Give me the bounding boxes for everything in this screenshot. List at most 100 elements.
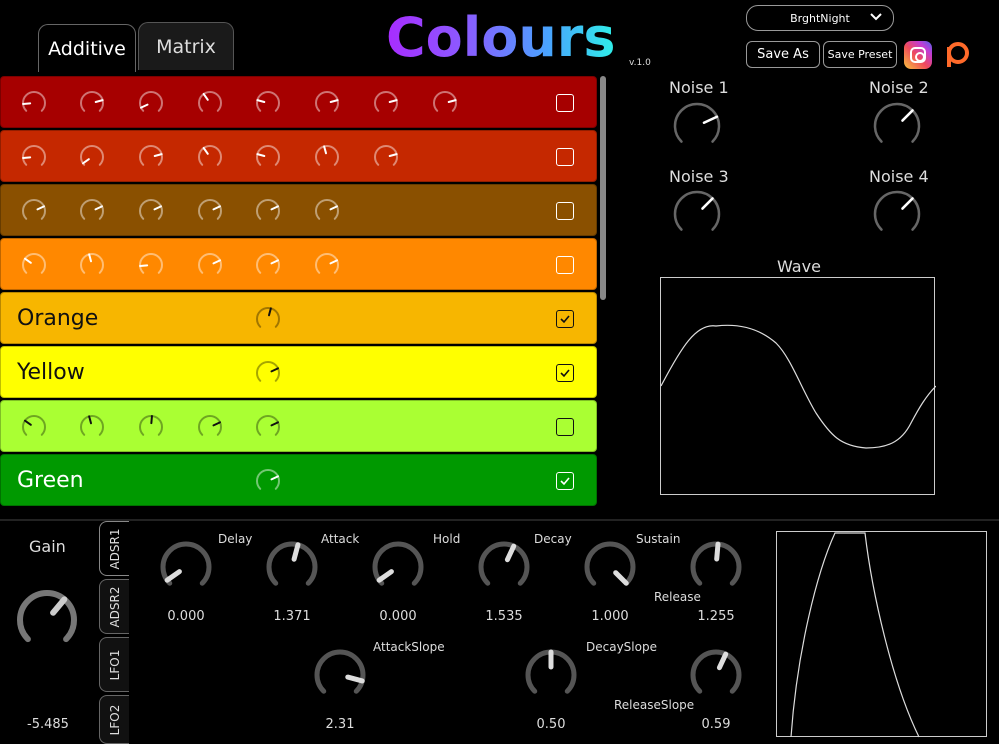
row-knob[interactable] [19,88,49,122]
row-enable-checkbox[interactable] [556,148,574,166]
row-knob[interactable] [312,250,342,284]
row-knob[interactable] [77,412,107,446]
oscillator-row[interactable]: Green [0,454,597,506]
save-preset-button[interactable]: Save Preset [823,41,897,68]
row-knob[interactable] [195,142,225,176]
preset-dropdown[interactable]: BrghtNight [746,5,894,31]
noise-1-knob[interactable] [671,100,723,156]
row-enable-checkbox[interactable] [556,364,574,382]
sustain-value: 1.000 [591,609,629,624]
preset-selected: BrghtNight [790,11,850,25]
envelope-display [776,531,987,738]
hold-knob[interactable] [371,540,425,598]
row-knob[interactable] [371,88,401,122]
row-knob[interactable] [195,250,225,284]
row-knob[interactable] [195,88,225,122]
tab-additive[interactable]: Additive [38,24,136,72]
row-knob[interactable] [19,250,49,284]
delay-label: Delay [218,532,253,546]
noise-4-label: Noise 4 [869,167,929,186]
row-knob[interactable] [136,196,166,230]
release-knob[interactable] [689,540,743,598]
oscillator-row[interactable] [0,184,597,236]
tab-adsr2[interactable]: ADSR2 [99,579,129,634]
tab-matrix[interactable]: Matrix [138,22,234,70]
oscillator-row[interactable]: Orange [0,292,597,344]
decay-slope-knob[interactable] [524,648,578,706]
attack-slope-value: 2.31 [325,717,355,732]
row-knob[interactable] [312,142,342,176]
oscillator-rows[interactable]: Orange Yellow Green [0,76,597,516]
row-knob[interactable] [253,412,283,446]
noise-2-label: Noise 2 [869,78,929,97]
row-knob[interactable] [136,88,166,122]
row-enable-checkbox[interactable] [556,418,574,436]
delay-knob[interactable] [159,540,213,598]
row-enable-checkbox[interactable] [556,472,574,490]
row-knob[interactable] [19,412,49,446]
row-knob[interactable] [253,88,283,122]
noise-4-knob[interactable] [871,188,923,244]
patreon-icon[interactable] [943,41,971,69]
oscillator-row[interactable] [0,238,597,290]
gain-knob[interactable] [16,589,78,655]
release-value: 1.255 [697,609,735,624]
oscillator-row[interactable] [0,400,597,452]
row-knob[interactable] [253,358,283,392]
decay-knob[interactable] [477,540,531,598]
row-knob[interactable] [19,196,49,230]
chevron-down-icon [869,10,883,27]
instagram-icon[interactable] [904,41,932,69]
noise-2-knob[interactable] [871,100,923,156]
oscillator-row[interactable] [0,130,597,182]
row-knob[interactable] [195,196,225,230]
noise-3-knob[interactable] [671,188,723,244]
row-knob[interactable] [19,142,49,176]
row-knob[interactable] [312,88,342,122]
row-enable-checkbox[interactable] [556,202,574,220]
row-knob[interactable] [253,304,283,338]
tab-lfo2[interactable]: LFO2 [99,695,129,744]
row-enable-checkbox[interactable] [556,256,574,274]
row-knob[interactable] [77,88,107,122]
gain-label: Gain [29,537,66,556]
noise-3-label: Noise 3 [669,167,729,186]
row-knob[interactable] [253,196,283,230]
hold-label: Hold [433,532,461,546]
release-slope-knob[interactable] [689,648,743,706]
oscillator-row[interactable]: Yellow [0,346,597,398]
decay-slope-label: DecaySlope [586,640,657,654]
row-enable-checkbox[interactable] [556,310,574,328]
attack-knob[interactable] [265,540,319,598]
release-slope-value: 0.59 [701,717,731,732]
wave-display [660,277,937,495]
row-knob[interactable] [253,250,283,284]
attack-slope-knob[interactable] [313,648,367,706]
release-slope-label: ReleaseSlope [614,698,695,712]
row-knob[interactable] [253,142,283,176]
decay-slope-value: 0.50 [536,717,566,732]
row-knob[interactable] [136,250,166,284]
sustain-knob[interactable] [583,540,637,598]
row-knob[interactable] [195,412,225,446]
row-knob[interactable] [77,250,107,284]
row-enable-checkbox[interactable] [556,94,574,112]
hold-value: 0.000 [379,609,417,624]
row-knob[interactable] [253,466,283,500]
row-knob[interactable] [77,196,107,230]
noise-1-label: Noise 1 [669,78,729,97]
row-knob[interactable] [77,142,107,176]
row-knob[interactable] [312,196,342,230]
row-knob[interactable] [430,88,460,122]
row-knob[interactable] [136,142,166,176]
section-divider [0,519,999,521]
rows-scrollbar[interactable] [600,76,606,300]
row-knob[interactable] [136,412,166,446]
row-knob[interactable] [371,142,401,176]
delay-value: 0.000 [167,609,205,624]
tab-adsr1[interactable]: ADSR1 [99,521,129,576]
save-as-button[interactable]: Save As [746,41,820,68]
oscillator-row[interactable] [0,76,597,128]
attack-slope-label: AttackSlope [373,640,445,654]
tab-lfo1[interactable]: LFO1 [99,637,129,692]
